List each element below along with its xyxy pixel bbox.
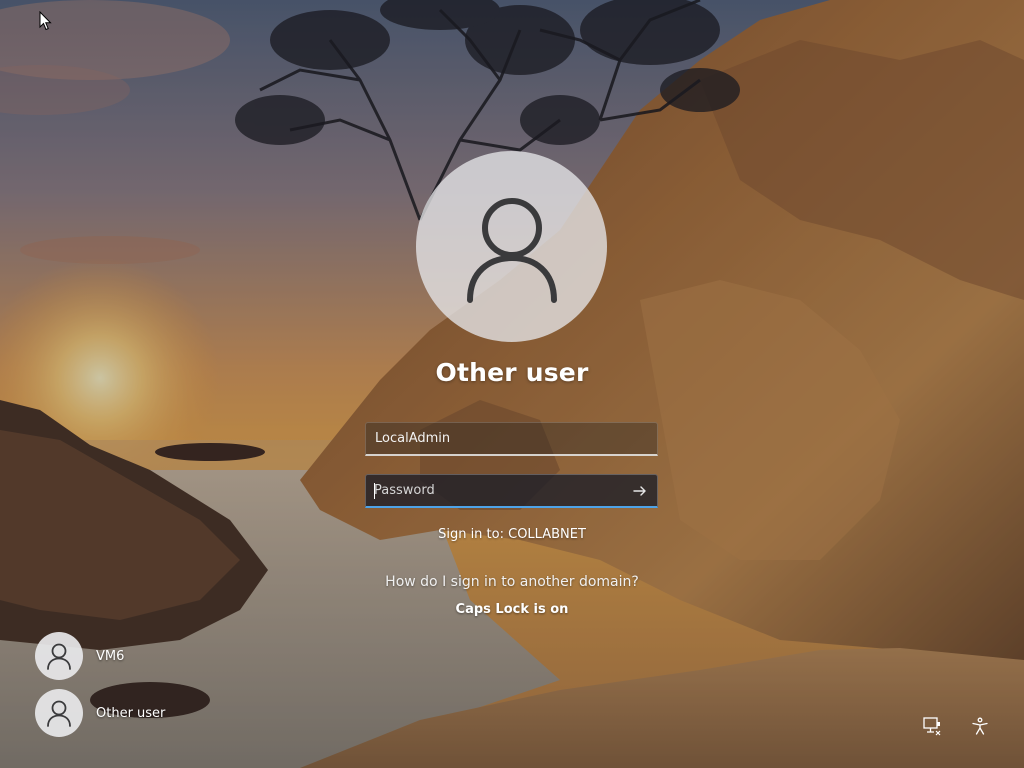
- user-avatar: [416, 151, 607, 342]
- text-caret: [374, 483, 375, 499]
- username-field[interactable]: LocalAdmin: [365, 422, 658, 456]
- user-tile-label: VM6: [96, 648, 125, 664]
- other-domain-link[interactable]: How do I sign in to another domain?: [312, 574, 712, 590]
- user-tile-label: Other user: [96, 705, 166, 721]
- mouse-cursor-icon: [39, 10, 53, 31]
- arrow-right-icon: [633, 485, 646, 496]
- username-value: LocalAdmin: [375, 431, 451, 446]
- person-icon: [466, 197, 557, 303]
- network-button[interactable]: [918, 712, 946, 740]
- user-tile-other-user[interactable]: Other user: [35, 689, 165, 737]
- password-field[interactable]: [366, 475, 623, 506]
- user-tile-vm6[interactable]: VM6: [35, 632, 124, 680]
- user-tile-avatar: [35, 632, 83, 680]
- user-display-name: Other user: [435, 358, 589, 387]
- accessibility-button[interactable]: [966, 712, 994, 740]
- person-icon: [47, 643, 71, 670]
- network-icon: [923, 717, 941, 736]
- password-field-container: [365, 474, 658, 508]
- sign-in-domain-label: Sign in to: COLLABNET: [438, 527, 586, 542]
- submit-button[interactable]: [623, 476, 657, 506]
- user-tile-avatar: [35, 689, 83, 737]
- accessibility-icon: [972, 717, 988, 735]
- person-icon: [47, 700, 71, 727]
- caps-lock-warning: Caps Lock is on: [455, 602, 569, 617]
